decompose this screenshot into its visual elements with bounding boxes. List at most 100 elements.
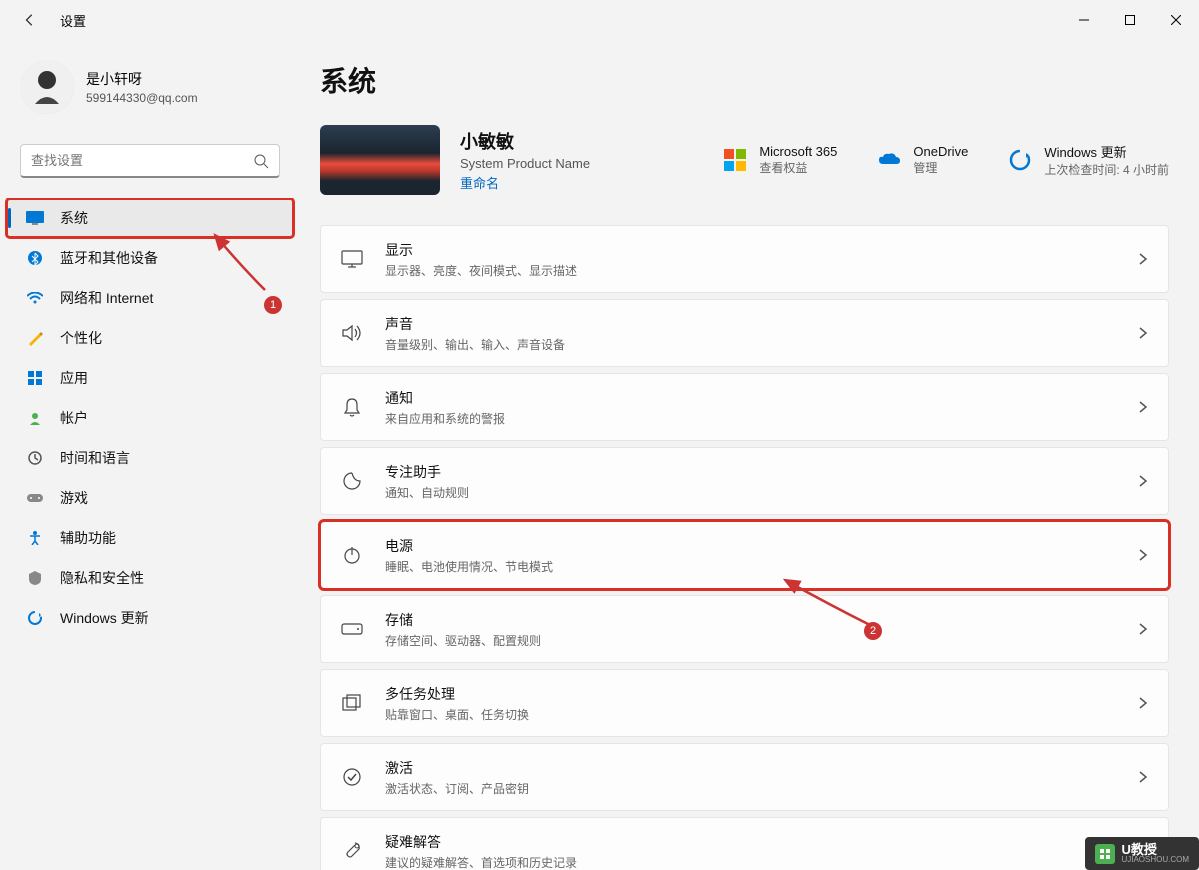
sidebar-item-bluetooth[interactable]: 蓝牙和其他设备 [6,238,294,278]
setting-notifications[interactable]: 通知来自应用和系统的警报 [320,373,1169,441]
service-title: Microsoft 365 [759,144,837,159]
window-title: 设置 [60,11,86,30]
close-icon [1171,15,1181,25]
sidebar-item-label: Windows 更新 [60,608,149,628]
back-button[interactable] [20,10,40,30]
sidebar-item-label: 应用 [60,368,88,388]
setting-multitask[interactable]: 多任务处理贴靠窗口、桌面、任务切换 [320,669,1169,737]
setting-sub: 睡眠、电池使用情况、节电模式 [385,558,1138,575]
sidebar-item-label: 网络和 Internet [60,288,153,308]
focus-icon [341,470,363,492]
watermark-icon [1095,844,1115,864]
sidebar-item-gaming[interactable]: 游戏 [6,478,294,518]
search-icon [253,153,269,169]
network-icon [26,289,44,307]
setting-storage[interactable]: 存储存储空间、驱动器、配置规则 [320,595,1169,663]
watermark: U教授 UJIAOSHOU.COM [1085,837,1199,870]
sidebar-item-update[interactable]: Windows 更新 [6,598,294,638]
onedrive-icon [877,148,901,172]
setting-sound[interactable]: 声音音量级别、输出、输入、声音设备 [320,299,1169,367]
watermark-sub: UJIAOSHOU.COM [1121,856,1189,864]
maximize-button[interactable] [1107,0,1153,40]
notifications-icon [341,396,363,418]
service-onedrive[interactable]: OneDrive管理 [877,142,968,178]
setting-title: 多任务处理 [385,684,1138,704]
sidebar-item-label: 隐私和安全性 [60,568,144,588]
setting-sub: 来自应用和系统的警报 [385,410,1138,427]
setting-sub: 存储空间、驱动器、配置规则 [385,632,1138,649]
system-icon [26,209,44,227]
time-icon [26,449,44,467]
profile-email: 599144330@qq.com [86,91,198,105]
setting-title: 声音 [385,314,1138,334]
setting-sub: 显示器、亮度、夜间模式、显示描述 [385,262,1138,279]
setting-title: 存储 [385,610,1138,630]
sidebar-item-accounts[interactable]: 帐户 [6,398,294,438]
profile-name: 是小轩呀 [86,69,198,89]
service-sub: 上次检查时间: 4 小时前 [1044,161,1169,178]
accounts-icon [26,409,44,427]
personalization-icon [26,329,44,347]
sound-icon [341,322,363,344]
avatar [20,60,74,114]
device-thumbnail [320,125,440,195]
sidebar-item-system[interactable]: 系统 [6,198,294,238]
chevron-right-icon [1138,400,1148,414]
search-input[interactable] [31,153,253,168]
sidebar-item-label: 辅助功能 [60,528,116,548]
device-row: 小敏敏 System Product Name 重命名 Microsoft 36… [320,125,1169,195]
multitask-icon [341,692,363,714]
gaming-icon [26,489,44,507]
setting-title: 显示 [385,240,1138,260]
sidebar-item-label: 帐户 [60,408,88,428]
service-m365[interactable]: Microsoft 365查看权益 [723,142,837,178]
setting-sub: 音量级别、输出、输入、声音设备 [385,336,1138,353]
setting-power[interactable]: 电源睡眠、电池使用情况、节电模式 [320,521,1169,589]
sidebar-item-label: 时间和语言 [60,448,130,468]
setting-title: 激活 [385,758,1138,778]
sidebar-item-time[interactable]: 时间和语言 [6,438,294,478]
sidebar-item-privacy[interactable]: 隐私和安全性 [6,558,294,598]
sidebar-item-network[interactable]: 网络和 Internet [6,278,294,318]
setting-title: 电源 [385,536,1138,556]
setting-sub: 通知、自动规则 [385,484,1138,501]
service-sub: 管理 [913,159,968,176]
settings-list: 显示显示器、亮度、夜间模式、显示描述声音音量级别、输出、输入、声音设备通知来自应… [320,225,1169,870]
device-name: 小敏敏 [460,128,610,154]
winupdate-icon [1008,148,1032,172]
sidebar-item-label: 蓝牙和其他设备 [60,248,158,268]
chevron-right-icon [1138,326,1148,340]
accessibility-icon [26,529,44,547]
setting-sub: 贴靠窗口、桌面、任务切换 [385,706,1138,723]
service-winupdate[interactable]: Windows 更新上次检查时间: 4 小时前 [1008,142,1169,178]
chevron-right-icon [1138,770,1148,784]
troubleshoot-icon [341,840,363,862]
rename-link[interactable]: 重命名 [460,173,610,192]
titlebar: 设置 [0,0,1199,40]
minimize-icon [1079,15,1089,25]
activation-icon [341,766,363,788]
profile-section[interactable]: 是小轩呀 599144330@qq.com [0,50,300,134]
service-sub: 查看权益 [759,159,837,176]
apps-icon [26,369,44,387]
sidebar-item-personalization[interactable]: 个性化 [6,318,294,358]
sidebar-item-accessibility[interactable]: 辅助功能 [6,518,294,558]
setting-focus[interactable]: 专注助手通知、自动规则 [320,447,1169,515]
storage-icon [341,618,363,640]
nav-list: 系统蓝牙和其他设备网络和 Internet 个性化应用帐户时间和语言游戏辅助功能隐… [0,198,300,870]
power-icon [341,544,363,566]
setting-display[interactable]: 显示显示器、亮度、夜间模式、显示描述 [320,225,1169,293]
chevron-right-icon [1138,622,1148,636]
m365-icon [723,148,747,172]
setting-troubleshoot[interactable]: 疑难解答建议的疑难解答、首选项和历史记录 [320,817,1169,870]
chevron-right-icon [1138,252,1148,266]
search-box[interactable] [20,144,280,178]
sidebar-item-label: 游戏 [60,488,88,508]
minimize-button[interactable] [1061,0,1107,40]
setting-activation[interactable]: 激活激活状态、订阅、产品密钥 [320,743,1169,811]
sidebar-item-label: 系统 [60,208,88,228]
close-button[interactable] [1153,0,1199,40]
setting-sub: 激活状态、订阅、产品密钥 [385,780,1138,797]
sidebar-item-apps[interactable]: 应用 [6,358,294,398]
device-product: System Product Name [460,156,610,171]
